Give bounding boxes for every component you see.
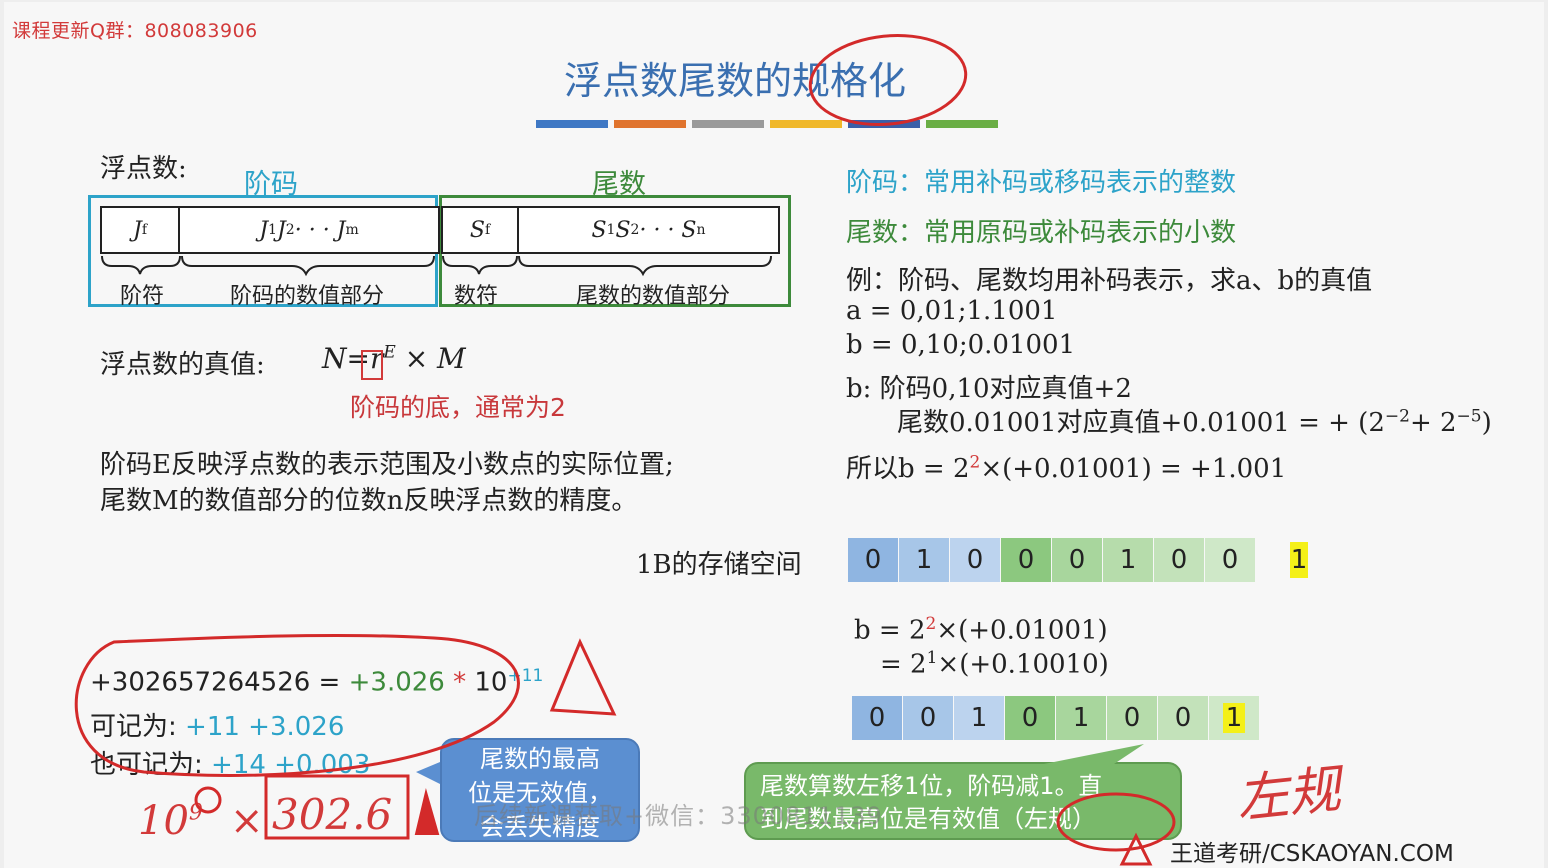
green-callout-pointer: [1044, 744, 1144, 764]
title-circle-ink: [808, 33, 968, 127]
braces: [101, 255, 772, 277]
box-ink: [264, 774, 410, 840]
exp-circle-ink: [194, 786, 222, 814]
small-triangle-ink: [414, 788, 440, 835]
slide: 课程更新Q群：808083906 浮点数尾数的规格化 浮点数: 阶码 尾数 Jf…: [4, 2, 1544, 868]
ink-annotations: [74, 33, 1176, 866]
blue-callout-pointer: [416, 762, 440, 784]
example-loop-ink: [74, 633, 520, 777]
triangle-ink: [549, 638, 617, 716]
left-normalize-circle-ink: [1056, 792, 1176, 852]
